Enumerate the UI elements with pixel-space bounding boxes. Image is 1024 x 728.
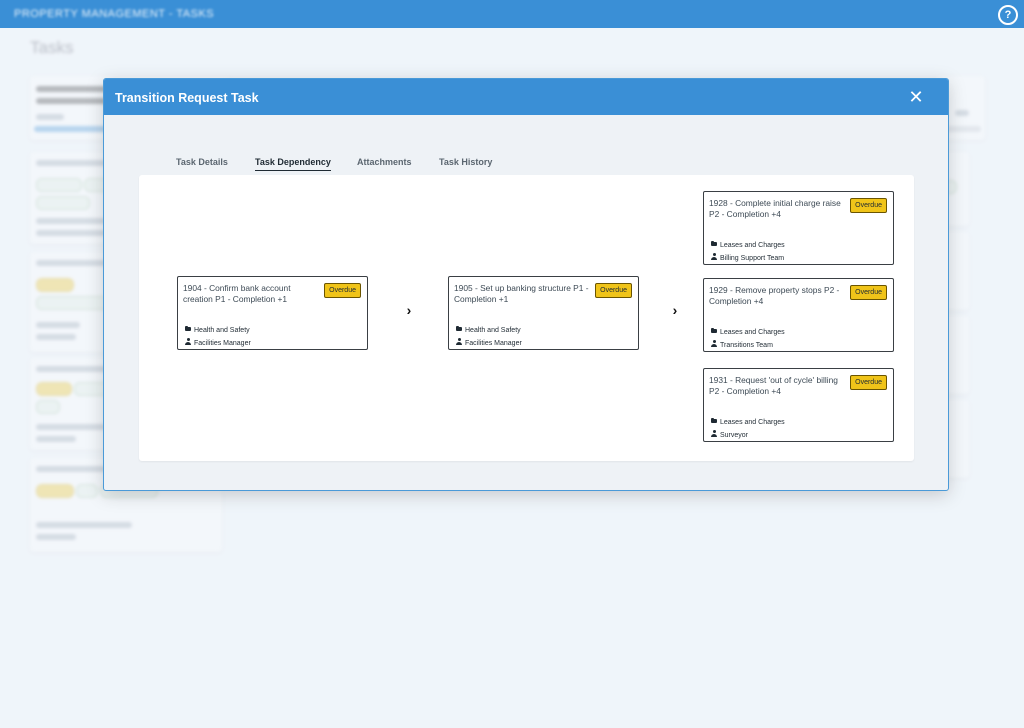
task-category: Leases and Charges xyxy=(711,327,785,336)
tab-attachments[interactable]: Attachments xyxy=(357,157,412,170)
tab-task-history[interactable]: Task History xyxy=(439,157,492,170)
task-category-label: Health and Safety xyxy=(465,327,521,334)
folder-icon xyxy=(456,325,462,331)
status-badge: Overdue xyxy=(850,375,887,390)
dependency-task-card-1928[interactable]: 1928 - Complete initial charge raise P2 … xyxy=(703,191,894,265)
task-assignee-label: Facilities Manager xyxy=(465,340,522,347)
task-title: 1928 - Complete initial charge raise P2 … xyxy=(709,198,841,219)
folder-icon xyxy=(185,325,191,331)
task-title: 1904 - Confirm bank account creation P1 … xyxy=(183,283,291,304)
task-assignee-label: Surveyor xyxy=(720,432,749,439)
task-title: 1931 - Request 'out of cycle' billing P2… xyxy=(709,375,838,396)
task-category: Health and Safety xyxy=(456,325,521,334)
task-category: Health and Safety xyxy=(185,325,250,334)
chevron-right-icon: › xyxy=(672,302,678,318)
app-header-bar: PROPERTY MANAGEMENT - TASKS ? xyxy=(0,0,1024,28)
person-icon xyxy=(711,430,717,437)
task-title: 1929 - Remove property stops P2 - Comple… xyxy=(709,285,840,306)
app-title: PROPERTY MANAGEMENT - TASKS xyxy=(14,8,215,20)
dependency-task-card-1931[interactable]: 1931 - Request 'out of cycle' billing P2… xyxy=(703,368,894,442)
tab-task-details[interactable]: Task Details xyxy=(176,157,228,170)
status-badge: Overdue xyxy=(324,283,361,298)
task-category-label: Health and Safety xyxy=(194,327,250,334)
person-icon xyxy=(711,340,717,347)
folder-icon xyxy=(711,240,717,246)
modal-title: Transition Request Task xyxy=(115,91,259,105)
task-category: Leases and Charges xyxy=(711,417,785,426)
person-icon xyxy=(456,338,462,345)
task-assignee: Transitions Team xyxy=(711,340,773,349)
dependency-task-card-1904[interactable]: 1904 - Confirm bank account creation P1 … xyxy=(177,276,368,350)
status-badge: Overdue xyxy=(595,283,632,298)
folder-icon xyxy=(711,327,717,333)
folder-icon xyxy=(711,417,717,423)
status-badge: Overdue xyxy=(850,285,887,300)
chevron-right-icon: › xyxy=(406,302,412,318)
task-assignee: Billing Support Team xyxy=(711,253,784,262)
task-assignee: Facilities Manager xyxy=(456,338,522,347)
help-circle-icon[interactable]: ? xyxy=(998,5,1018,25)
status-badge: Overdue xyxy=(850,198,887,213)
tab-task-dependency[interactable]: Task Dependency xyxy=(255,157,331,171)
modal-header: Transition Request Task ✕ xyxy=(104,79,948,115)
task-category-label: Leases and Charges xyxy=(720,242,785,249)
dependency-task-card-1905[interactable]: 1905 - Set up banking structure P1 - Com… xyxy=(448,276,639,350)
person-icon xyxy=(711,253,717,260)
task-assignee-label: Facilities Manager xyxy=(194,340,251,347)
close-icon[interactable]: ✕ xyxy=(906,87,926,107)
task-assignee: Surveyor xyxy=(711,430,748,439)
task-category-label: Leases and Charges xyxy=(720,419,785,426)
task-title: 1905 - Set up banking structure P1 - Com… xyxy=(454,283,589,304)
dependency-task-card-1929[interactable]: 1929 - Remove property stops P2 - Comple… xyxy=(703,278,894,352)
task-assignee: Facilities Manager xyxy=(185,338,251,347)
person-icon xyxy=(185,338,191,345)
task-assignee-label: Billing Support Team xyxy=(720,255,785,262)
transition-request-modal: Transition Request Task ✕ Task Details T… xyxy=(103,78,949,491)
task-category-label: Leases and Charges xyxy=(720,329,785,336)
task-category: Leases and Charges xyxy=(711,240,785,249)
task-dependency-panel: 1904 - Confirm bank account creation P1 … xyxy=(139,175,914,461)
task-assignee-label: Transitions Team xyxy=(720,342,773,349)
